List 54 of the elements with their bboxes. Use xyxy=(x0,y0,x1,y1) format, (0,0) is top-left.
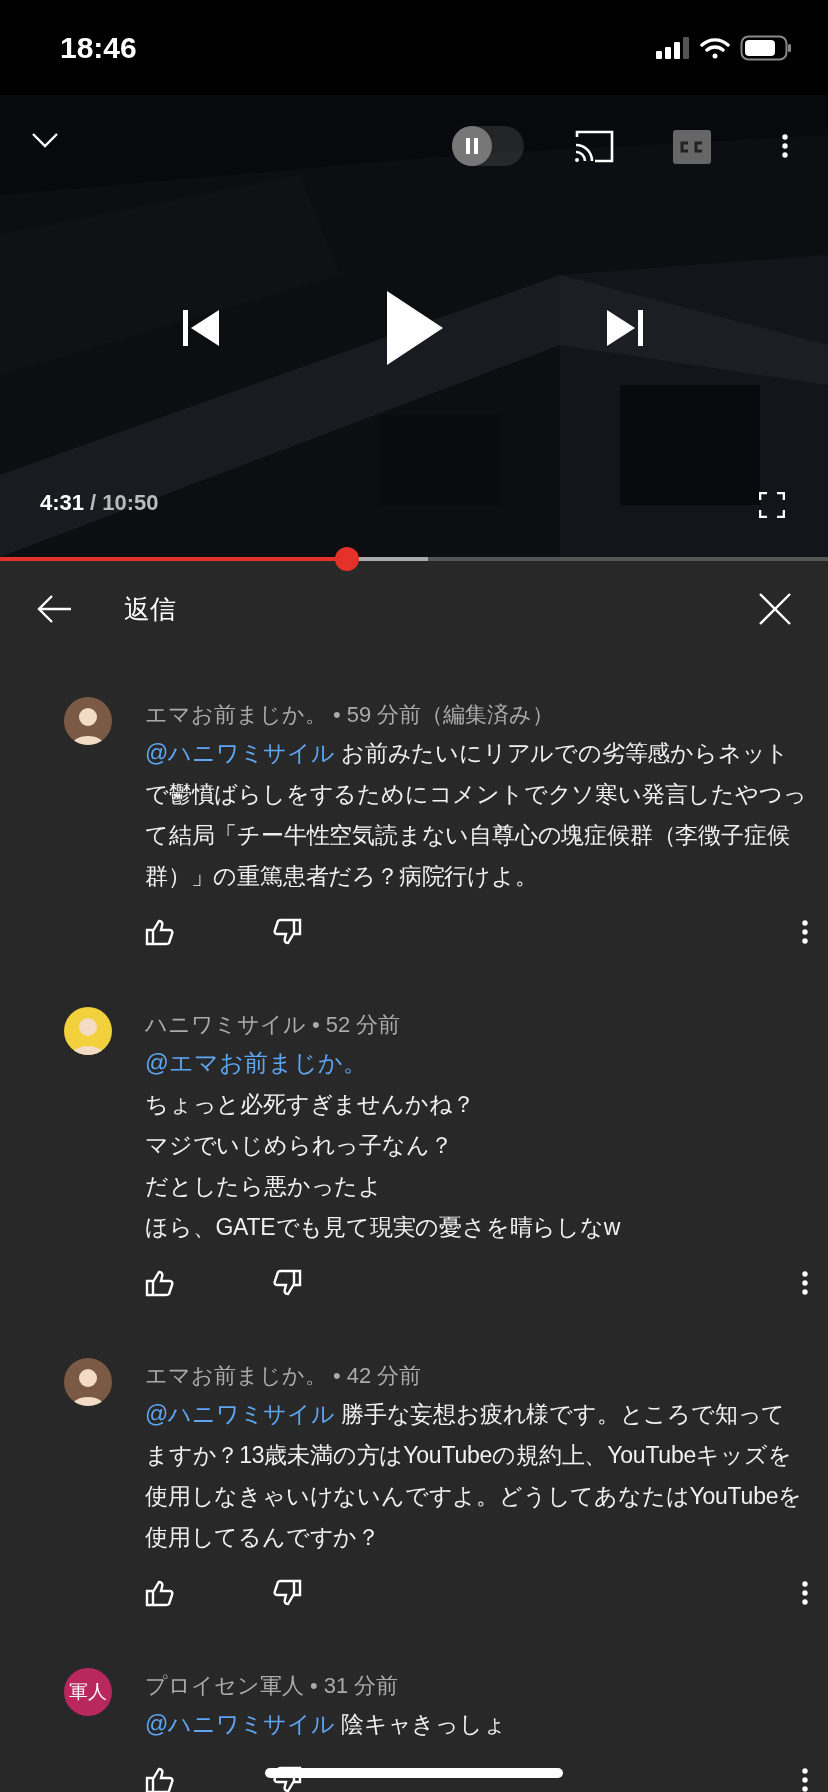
next-icon[interactable] xyxy=(606,309,644,347)
more-icon[interactable] xyxy=(802,1768,808,1792)
comment-text: ほら、GATEでも見て現実の憂さを晴らしなw xyxy=(145,1213,622,1242)
comment-text: だとしたら悪かったよ xyxy=(145,1172,383,1201)
more-icon[interactable] xyxy=(802,1581,808,1605)
thumbs-up-icon[interactable] xyxy=(145,1766,175,1792)
comment-time: • 59 分前（編集済み） xyxy=(333,701,555,729)
mention-link[interactable]: @エマお前まじか。 xyxy=(145,1043,808,1084)
status-time: 18:46 xyxy=(60,30,137,65)
more-icon[interactable] xyxy=(802,920,808,944)
chevron-down-icon[interactable] xyxy=(30,131,60,149)
signal-icon xyxy=(656,36,690,59)
avatar[interactable] xyxy=(64,697,112,745)
comment-text: マジでいじめられっ子なん？ xyxy=(145,1131,454,1160)
thumbs-down-icon[interactable] xyxy=(272,1579,302,1607)
thumbs-up-icon[interactable] xyxy=(145,1269,175,1297)
comment-text: ちょっと必死すぎませんかね？ xyxy=(145,1090,477,1119)
comment-time: • 31 分前 xyxy=(310,1672,399,1700)
pause-icon xyxy=(465,137,479,155)
autoplay-toggle[interactable] xyxy=(452,126,524,166)
mention-link[interactable]: @ハニワミサイル xyxy=(145,740,335,766)
thumbs-up-icon[interactable] xyxy=(145,918,175,946)
fullscreen-icon[interactable] xyxy=(759,492,785,518)
avatar[interactable]: 軍人 xyxy=(64,1668,112,1716)
comment-text: @ハニワミサイル 陰キャきっしょ xyxy=(145,1710,508,1739)
duration: / 10:50 xyxy=(90,490,159,516)
comment-author[interactable]: エマお前まじか。 xyxy=(145,697,327,733)
comment-author[interactable]: エマお前まじか。 xyxy=(145,1358,327,1394)
scrubber-handle[interactable] xyxy=(334,547,359,571)
captions-icon[interactable] xyxy=(673,130,711,164)
comment-time: • 42 分前 xyxy=(333,1362,422,1390)
cast-icon[interactable] xyxy=(573,129,615,163)
comment-author[interactable]: プロイセン軍人 xyxy=(145,1668,304,1704)
thumbs-up-icon[interactable] xyxy=(145,1579,175,1607)
comment-text: @ハニワミサイル お前みたいにリアルでの劣等感からネットで鬱憤ばらしをするためにコメントでクソ寒い発言したやつって結局「チー牛性空気読まない自尊心の塊症候群（李徴子症候群）」の重篤患者だろ？病院行けよ。 xyxy=(145,739,808,891)
more-icon[interactable] xyxy=(802,1271,808,1295)
play-icon[interactable] xyxy=(385,291,443,365)
avatar[interactable] xyxy=(64,1358,112,1406)
battery-icon xyxy=(740,34,792,61)
comment-author[interactable]: ハニワミサイル xyxy=(145,1007,306,1043)
comment-time: • 52 分前 xyxy=(312,1011,401,1039)
wifi-icon xyxy=(700,36,730,59)
current-time: 4:31 xyxy=(40,490,85,516)
thumbs-down-icon[interactable] xyxy=(272,918,302,946)
mention-link[interactable]: @ハニワミサイル xyxy=(145,1711,335,1737)
comment-text: @ハニワミサイル 勝手な妄想お疲れ様です。ところで知ってますか？13歳未満の方はYouTubeの規約上、YouTubeキッズを使用しなきゃいけないんですよ。どうしてあなたはYouTubeを使用してるんですか？ xyxy=(145,1400,804,1552)
mention-link[interactable]: @ハニワミサイル xyxy=(145,1401,335,1427)
avatar[interactable] xyxy=(64,1007,112,1055)
panel-title: 返信 xyxy=(124,592,177,626)
previous-icon[interactable] xyxy=(182,309,220,347)
thumbs-down-icon[interactable] xyxy=(272,1269,302,1297)
back-arrow-icon[interactable] xyxy=(36,594,72,624)
close-icon[interactable] xyxy=(758,592,792,626)
more-icon[interactable] xyxy=(782,134,788,158)
